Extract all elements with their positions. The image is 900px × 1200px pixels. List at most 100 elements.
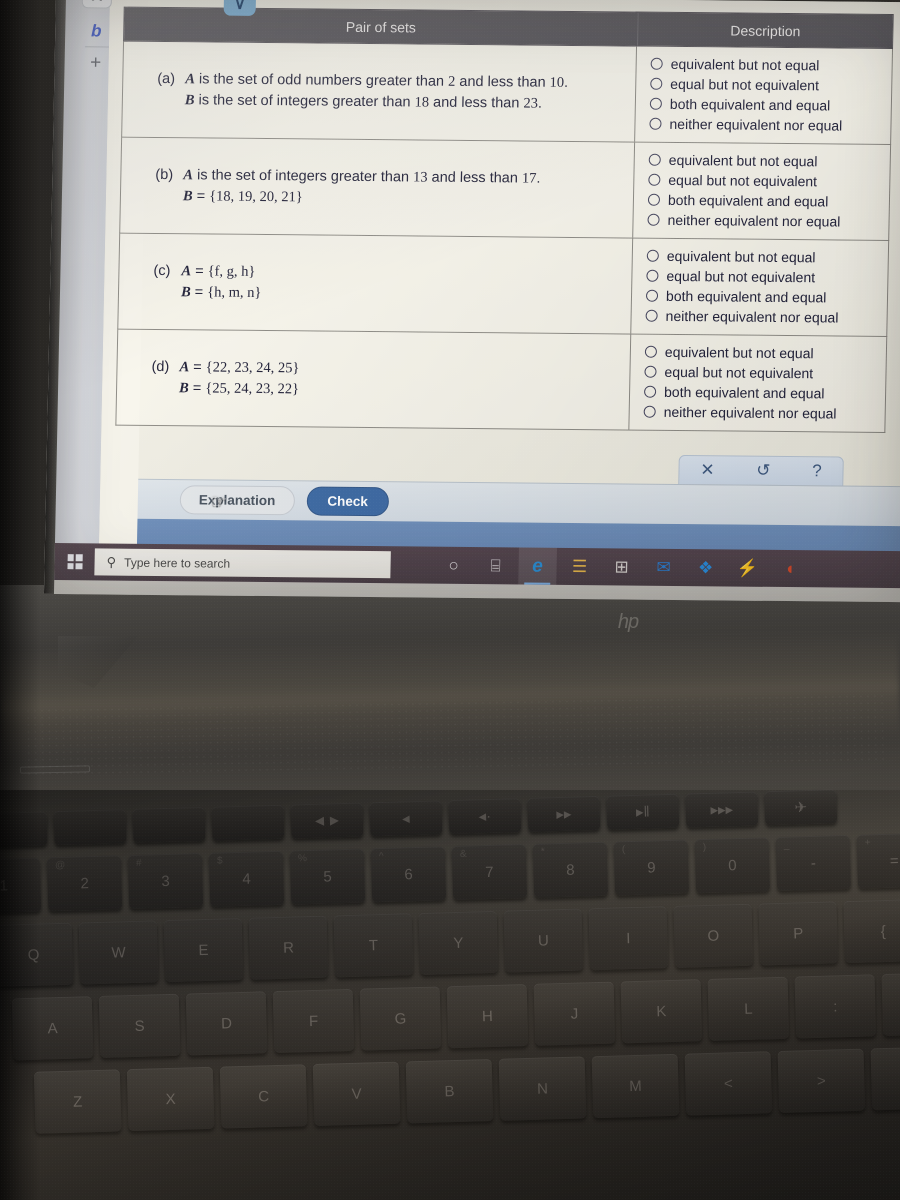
radio-option[interactable]: equivalent but not equal	[648, 150, 884, 172]
key--[interactable]: _ -	[775, 834, 852, 891]
key-d[interactable]: D	[185, 991, 268, 1056]
key-{[interactable]: {	[843, 898, 900, 964]
radio-option[interactable]: both equivalent and equal	[649, 94, 885, 116]
search-input[interactable]: ⚲ Type here to search	[94, 548, 391, 579]
key-r[interactable]: R	[248, 915, 329, 980]
key-=[interactable]: + =	[856, 832, 900, 889]
key-?[interactable]: ?	[870, 1046, 900, 1111]
key-0[interactable]: ) 0	[694, 837, 771, 894]
dropbox-icon[interactable]: ❖	[686, 549, 725, 586]
radio-button-1-3[interactable]	[649, 97, 663, 110]
key-f3[interactable]	[132, 806, 206, 843]
chevron-down-icon[interactable]: ∨	[223, 0, 257, 16]
key-e[interactable]: E	[163, 917, 244, 983]
key-7[interactable]: & 7	[451, 843, 528, 901]
key-k[interactable]: K	[620, 979, 703, 1044]
key-f10[interactable]: ▸▸▸	[685, 791, 759, 828]
radio-option[interactable]: equal but not equivalent	[648, 170, 883, 192]
file-explorer-icon[interactable]: ☰	[560, 548, 599, 585]
radio-option[interactable]: neither equivalent nor equal	[647, 210, 882, 232]
key-q[interactable]: Q	[0, 922, 74, 987]
key-b[interactable]: B	[405, 1058, 494, 1124]
key-f5[interactable]: ◄►	[290, 802, 364, 839]
answer-helper-toolbar[interactable]: ✕ ↺ ?	[678, 454, 844, 487]
explanation-button[interactable]: Explanation	[179, 485, 295, 516]
mail-icon[interactable]: ✉	[644, 549, 683, 586]
key-t[interactable]: T	[333, 913, 414, 978]
radio-option[interactable]: both equivalent and equal	[647, 190, 883, 212]
edge-icon[interactable]: e	[518, 547, 557, 585]
undo-icon[interactable]: ↺	[756, 461, 771, 481]
radio-option[interactable]: equal but not equivalent	[646, 266, 881, 288]
check-button[interactable]: Check	[306, 486, 390, 517]
radio-button-2-1[interactable]	[648, 153, 661, 166]
key-8[interactable]: * 8	[532, 841, 609, 898]
key-2[interactable]: @2	[46, 855, 123, 912]
key-v[interactable]: V	[312, 1061, 401, 1126]
bing-icon[interactable]: b	[79, 18, 114, 44]
key-9[interactable]: (9	[613, 839, 690, 896]
key-o[interactable]: O	[673, 903, 754, 968]
key-4[interactable]: $4	[208, 850, 285, 907]
key-w[interactable]: W	[78, 920, 159, 985]
radio-button-3-2[interactable]	[646, 269, 659, 282]
radio-button-4-1[interactable]	[644, 345, 658, 358]
radio-button-4-3[interactable]	[643, 385, 657, 398]
key-h[interactable]: H	[446, 983, 529, 1049]
key-3[interactable]: #3	[127, 853, 204, 910]
key-l[interactable]: L	[707, 976, 790, 1041]
key-s[interactable]: S	[98, 993, 181, 1058]
radio-option[interactable]: both equivalent and equal	[645, 286, 881, 308]
key-f7[interactable]: ◂·	[448, 798, 522, 835]
plus-icon[interactable]: +	[78, 50, 113, 76]
microsoft-store-icon[interactable]: ⊞	[602, 548, 641, 585]
help-icon[interactable]: ?	[812, 461, 822, 481]
key-n[interactable]: N	[498, 1056, 587, 1121]
key-f4[interactable]	[211, 804, 285, 841]
radio-option[interactable]: equal but not equivalent	[644, 362, 879, 384]
key-z[interactable]: Z	[33, 1069, 122, 1134]
radio-option[interactable]: both equivalent and equal	[643, 382, 879, 404]
key-:[interactable]: :	[794, 974, 877, 1039]
radio-option[interactable]: neither equivalent nor equal	[643, 402, 879, 424]
radio-option[interactable]: equivalent but not equal	[650, 54, 885, 76]
radio-button-2-4[interactable]	[647, 213, 660, 226]
radio-option[interactable]: equal but not equivalent	[650, 74, 885, 96]
radio-button-3-3[interactable]	[645, 289, 659, 302]
key-m[interactable]: M	[591, 1053, 680, 1119]
radio-button-4-2[interactable]	[644, 365, 657, 378]
radio-button-1-1[interactable]	[650, 57, 663, 70]
radio-button-2-2[interactable]	[648, 173, 661, 186]
lightning-icon[interactable]: ⚡	[728, 549, 767, 586]
key-u[interactable]: U	[503, 908, 584, 973]
radio-button-3-1[interactable]	[646, 249, 659, 262]
key-y[interactable]: Y	[418, 910, 499, 975]
radio-button-1-4[interactable]	[649, 117, 662, 130]
key-5[interactable]: % 5	[289, 848, 366, 905]
key-f11[interactable]: ✈	[764, 789, 838, 826]
key-<[interactable]: <	[684, 1051, 773, 1116]
key->[interactable]: >	[777, 1048, 866, 1113]
key-f1[interactable]	[0, 811, 48, 848]
radio-option[interactable]: neither equivalent nor equal	[645, 306, 880, 328]
key-f2[interactable]	[53, 809, 127, 846]
key-c[interactable]: C	[219, 1064, 308, 1129]
key-f6[interactable]: ◂	[369, 800, 443, 837]
key-f[interactable]: F	[272, 988, 355, 1054]
key-j[interactable]: J	[533, 981, 616, 1046]
keyboard[interactable]: ◄►◂◂·▸▸▸‖▸▸▸✈ !1@2#3$4%5^6&7*8(9)0_-+= Q…	[0, 787, 900, 1200]
radio-option[interactable]: equivalent but not equal	[644, 342, 880, 364]
task-view-icon[interactable]: ⌸	[476, 547, 515, 584]
key-x[interactable]: X	[126, 1066, 215, 1132]
key-1[interactable]: !1	[0, 857, 42, 914]
key-g[interactable]: G	[359, 986, 442, 1051]
radio-button-2-3[interactable]	[647, 193, 661, 206]
radio-option[interactable]: equivalent but not equal	[646, 246, 882, 268]
key-p[interactable]: P	[758, 901, 839, 966]
start-button[interactable]	[54, 543, 95, 580]
radio-button-3-4[interactable]	[645, 309, 658, 322]
clear-icon[interactable]: ✕	[700, 460, 715, 480]
key-f8[interactable]: ▸▸	[527, 795, 601, 832]
radio-button-1-2[interactable]	[650, 77, 663, 90]
key-i[interactable]: I	[588, 906, 669, 971]
